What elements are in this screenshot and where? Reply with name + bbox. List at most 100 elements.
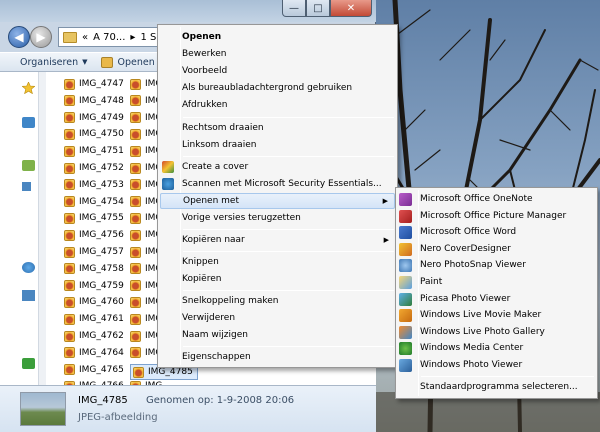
file-name: IMG_4749	[79, 112, 124, 123]
file-list-item[interactable]: IMG_4753	[64, 177, 124, 193]
open-with-item[interactable]: Microsoft Office Picture Manager	[420, 208, 595, 224]
file-list-item[interactable]: IMG_4756	[64, 227, 124, 243]
photo-file-icon	[130, 313, 141, 325]
navigation-scrollbar[interactable]	[38, 72, 46, 385]
menu-item-open-with[interactable]: Openen met ▶	[160, 193, 395, 209]
menu-item-create-shortcut-label: Snelkoppeling maken	[182, 296, 279, 306]
menu-item-properties[interactable]: Eigenschappen	[182, 349, 395, 365]
menu-item-rotate-clockwise[interactable]: Rechtsom draaien	[182, 120, 395, 136]
file-name: IMG_4748	[79, 95, 124, 106]
file-name: IMG_4757	[79, 247, 124, 257]
open-with-item-label: Nero CoverDesigner	[420, 243, 511, 254]
open-icon	[101, 56, 114, 68]
computer-icon[interactable]	[22, 290, 35, 301]
menu-item-copy-to-label: Kopiëren naar	[182, 235, 245, 245]
open-with-item[interactable]: Nero CoverDesigner	[420, 241, 595, 257]
organize-button[interactable]: Organiseren ▼	[20, 57, 87, 68]
file-list-item[interactable]: IMG_4754	[64, 194, 124, 210]
menu-item-set-wallpaper[interactable]: Als bureaubladachtergrond gebruiken	[182, 80, 395, 96]
file-list-item[interactable]: IMG_4755	[64, 210, 124, 226]
menu-item-choose-default-program[interactable]: Standaardprogramma selecteren...	[420, 379, 595, 395]
open-with-item-label: Microsoft Office Word	[420, 227, 517, 238]
photo-file-icon	[64, 95, 75, 107]
menu-item-delete[interactable]: Verwijderen	[182, 310, 395, 326]
menu-item-copy-to[interactable]: Kopiëren naar ▶	[182, 232, 395, 248]
maximize-button[interactable]: □	[306, 0, 330, 17]
close-button[interactable]: ✕	[330, 0, 372, 17]
open-with-item[interactable]: Windows Photo Viewer	[420, 357, 595, 373]
open-with-item-label: Windows Media Center	[420, 343, 524, 354]
menu-item-copy[interactable]: Kopiëren	[182, 271, 395, 287]
minimize-button[interactable]: —	[282, 0, 306, 17]
menu-item-open[interactable]: Openen	[182, 29, 395, 45]
pictures-icon[interactable]	[22, 182, 31, 191]
folder-icon	[63, 31, 77, 43]
file-list-item[interactable]: IMG_4751	[64, 143, 124, 159]
menu-separator	[183, 229, 394, 230]
file-list-item[interactable]: IMG_4761	[64, 311, 124, 327]
open-with-item[interactable]: Microsoft Office Word	[420, 224, 595, 240]
menu-item-preview[interactable]: Voorbeeld	[182, 63, 395, 79]
file-list-item[interactable]: IMG_4757	[64, 244, 124, 260]
menu-separator	[183, 346, 394, 347]
back-button[interactable]: ◀	[8, 26, 30, 48]
file-list-item[interactable]: IMG_4760	[64, 294, 124, 310]
favorites-star-icon[interactable]	[21, 81, 36, 95]
file-list-item[interactable]: IMG_4747	[64, 76, 124, 92]
open-with-item[interactable]: Nero PhotoSnap Viewer	[420, 257, 595, 273]
file-list-item[interactable]: IMG_4750	[64, 126, 124, 142]
photo-file-icon	[64, 128, 75, 140]
submenu-arrow-icon: ▶	[382, 197, 388, 205]
photo-file-icon	[64, 145, 75, 157]
photo-file-icon	[64, 313, 75, 325]
file-list-item[interactable]: IMG_4765	[64, 362, 124, 378]
file-list-item[interactable]: IMG_4752	[64, 160, 124, 176]
window-controls: — □ ✕	[282, 0, 372, 17]
file-list-item[interactable]: IMG_4762	[64, 328, 124, 344]
forward-button[interactable]: ▶	[30, 26, 52, 48]
menu-item-edit[interactable]: Bewerken	[182, 46, 395, 62]
details-date-taken: Genomen op: 1-9-2008 20:06	[146, 395, 295, 406]
menu-item-scan[interactable]: Scannen met Microsoft Security Essential…	[182, 176, 395, 192]
open-label: Openen	[117, 56, 155, 68]
file-list-item[interactable]: IMG_4758	[64, 261, 124, 277]
file-name: IMG_4752	[79, 163, 124, 173]
details-file-type: JPEG-afbeelding	[78, 412, 158, 423]
homegroup-icon[interactable]	[22, 262, 35, 273]
selected-file-name: IMG_4785	[148, 367, 193, 377]
menu-item-create-cover[interactable]: Create a cover	[182, 159, 395, 175]
desktop-icon[interactable]	[22, 117, 35, 128]
libraries-icon[interactable]	[22, 160, 35, 171]
menu-gutter	[418, 190, 419, 396]
menu-item-previous-versions[interactable]: Vorige versies terugzetten	[182, 210, 395, 226]
open-with-item[interactable]: Windows Live Photo Gallery	[420, 324, 595, 340]
menu-item-scan-label: Scannen met Microsoft Security Essential…	[182, 179, 382, 189]
file-list-item[interactable]: IMG_4749	[64, 110, 124, 126]
menu-item-cut-label: Knippen	[182, 257, 219, 267]
address-separator[interactable]: ▸	[130, 32, 135, 43]
menu-item-cut[interactable]: Knippen	[182, 254, 395, 270]
file-list-item[interactable]: IMG_4759	[64, 278, 124, 294]
file-list-item[interactable]: IMG_4764	[64, 345, 124, 361]
network-icon[interactable]	[22, 358, 35, 369]
menu-item-create-shortcut[interactable]: Snelkoppeling maken	[182, 293, 395, 309]
photo-file-icon	[130, 246, 141, 258]
photo-file-icon	[130, 263, 141, 275]
address-segment-1[interactable]: A 70...	[93, 32, 125, 43]
file-list-item[interactable]: IMG_4748	[64, 93, 124, 109]
open-with-item[interactable]: Picasa Photo Viewer	[420, 291, 595, 307]
menu-item-preview-label: Voorbeeld	[182, 66, 228, 76]
movie-maker-icon	[399, 309, 412, 323]
menu-item-rename[interactable]: Naam wijzigen	[182, 327, 395, 343]
menu-item-properties-label: Eigenschappen	[182, 352, 251, 362]
open-with-item[interactable]: Paint	[420, 274, 595, 290]
open-with-item-label: Microsoft Office Picture Manager	[420, 210, 567, 221]
menu-item-rotate-counterclockwise[interactable]: Linksom draaien	[182, 137, 395, 153]
menu-item-print[interactable]: Afdrukken	[182, 97, 395, 113]
open-button[interactable]: Openen	[101, 56, 155, 68]
open-with-item[interactable]: Windows Live Movie Maker	[420, 307, 595, 323]
menu-item-open-label: Openen	[182, 32, 222, 42]
file-name: IMG_4760	[79, 297, 124, 308]
open-with-item[interactable]: Windows Media Center	[420, 340, 595, 356]
open-with-item[interactable]: Microsoft Office OneNote	[420, 191, 595, 207]
